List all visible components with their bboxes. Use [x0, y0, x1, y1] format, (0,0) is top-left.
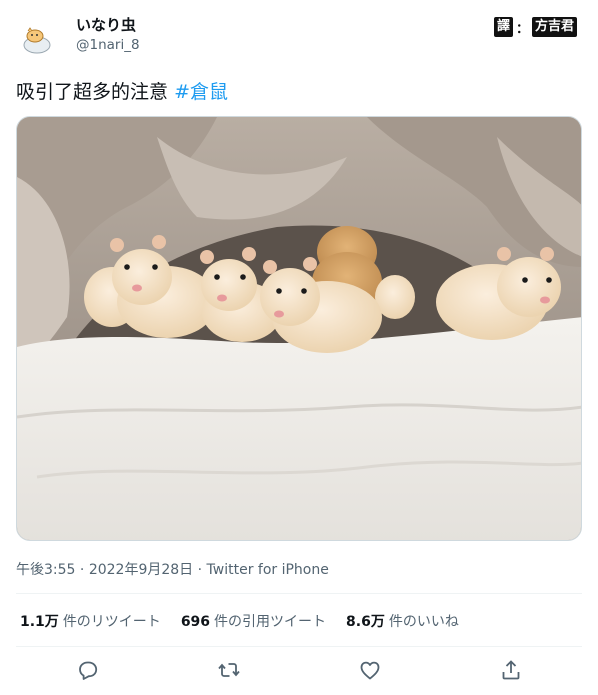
retweet-button[interactable]: [217, 658, 241, 682]
divider: [16, 646, 582, 647]
hashtag-link[interactable]: #倉鼠: [174, 81, 228, 103]
tweet-header: いなり虫 @1nari_8 譯 ： 方吉君: [0, 0, 598, 70]
quotes-count: 696: [180, 614, 211, 630]
tweet-photo[interactable]: [16, 116, 582, 541]
tweet-client[interactable]: Twitter for iPhone: [207, 562, 329, 578]
retweets-label: 件のリツイート: [62, 614, 161, 630]
divider: [16, 593, 582, 594]
retweets-stat[interactable]: 1.1万 件のリツイート: [20, 611, 161, 631]
display-name[interactable]: いなり虫: [76, 14, 136, 35]
retweet-icon: [218, 663, 240, 677]
like-icon: [360, 661, 380, 680]
quotes-stat[interactable]: 696 件の引用ツイート: [181, 611, 326, 631]
likes-stat[interactable]: 8.6万 件のいいね: [346, 611, 459, 631]
reply-button[interactable]: [76, 658, 100, 682]
hamster-icon: [16, 18, 58, 60]
tweet-timestamp: 午後3:55 · 2022年9月28日 · Twitter for iPhone: [16, 559, 329, 579]
likes-label: 件のいいね: [388, 614, 459, 630]
like-button[interactable]: [358, 658, 382, 682]
share-button[interactable]: [499, 658, 523, 682]
quotes-label: 件の引用ツイート: [214, 614, 327, 630]
user-handle[interactable]: @1nari_8: [76, 37, 140, 53]
share-icon: [502, 660, 520, 680]
avatar[interactable]: [16, 18, 58, 60]
tweet-date[interactable]: 2022年9月28日: [89, 562, 193, 578]
tweet-action-bar: [0, 648, 598, 692]
hamster-babies-photo: [17, 117, 581, 540]
tweet-stats: 1.1万 件のリツイート 696 件の引用ツイート 8.6万 件のいいね: [20, 611, 479, 631]
tweet-time[interactable]: 午後3:55: [16, 562, 75, 578]
watermark-label: 譯: [494, 17, 514, 37]
translator-watermark: 譯 ： 方吉君: [494, 15, 578, 39]
tweet-body: 吸引了超多的注意: [16, 81, 169, 103]
meta-dot: ·: [75, 562, 89, 578]
tweet-text: 吸引了超多的注意 #倉鼠: [16, 77, 228, 104]
likes-count: 8.6万: [346, 614, 385, 630]
meta-dot: ·: [193, 562, 207, 578]
watermark-name: 方吉君: [532, 17, 578, 37]
reply-icon: [79, 661, 98, 680]
retweets-count: 1.1万: [20, 614, 59, 630]
watermark-separator: ：: [516, 21, 530, 37]
